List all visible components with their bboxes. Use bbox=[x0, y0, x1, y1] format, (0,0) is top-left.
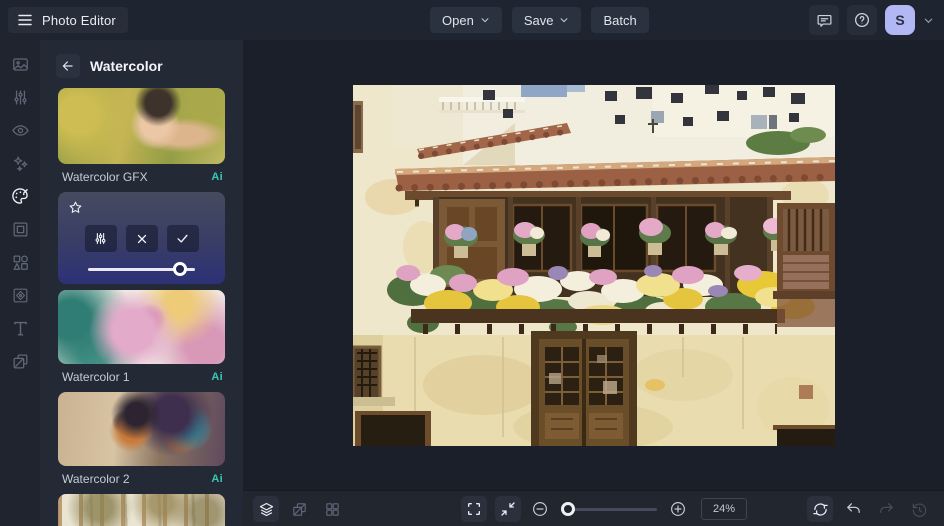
zoom-in-button[interactable] bbox=[667, 496, 689, 522]
grid-icon bbox=[324, 501, 341, 518]
panel-header: Watercolor bbox=[40, 40, 243, 88]
zoom-controls: 24% bbox=[461, 496, 747, 522]
zoom-slider[interactable] bbox=[560, 502, 657, 516]
filter-adjust-button[interactable] bbox=[84, 225, 117, 252]
border-icon bbox=[11, 286, 30, 305]
ai-badge: Ai bbox=[211, 171, 223, 183]
filter-item-watercolor-2[interactable]: Watercolor 2 Ai bbox=[58, 392, 225, 488]
zoom-slider-track bbox=[561, 508, 657, 511]
zoom-percent-value: 24% bbox=[712, 503, 736, 515]
filter-list: Watercolor GFX Ai Watercolor 1 Ai Waterc… bbox=[40, 88, 243, 526]
rail-item-text[interactable] bbox=[0, 312, 40, 344]
grid-button[interactable] bbox=[319, 496, 345, 522]
help-button[interactable] bbox=[847, 5, 877, 35]
undo-button[interactable] bbox=[840, 496, 866, 522]
zoom-slider-handle[interactable] bbox=[560, 502, 575, 516]
fit-screen-icon bbox=[466, 501, 482, 517]
history-button[interactable] bbox=[906, 496, 932, 522]
zoom-out-button[interactable] bbox=[529, 496, 551, 522]
open-button[interactable]: Open bbox=[430, 7, 502, 33]
zoom-percent[interactable]: 24% bbox=[701, 498, 747, 520]
rail-item-elements[interactable] bbox=[0, 246, 40, 278]
top-bar: Photo Editor Open Save Batch S bbox=[0, 0, 944, 40]
transform-button[interactable] bbox=[286, 496, 312, 522]
photo-icon bbox=[11, 55, 30, 74]
avatar[interactable]: S bbox=[885, 5, 915, 35]
slider-handle[interactable] bbox=[173, 262, 188, 276]
save-button[interactable]: Save bbox=[511, 7, 582, 33]
filter-cancel-button[interactable] bbox=[125, 225, 158, 252]
redo-button[interactable] bbox=[873, 496, 899, 522]
canvas-area[interactable] bbox=[243, 40, 944, 490]
history-icon bbox=[911, 501, 928, 518]
rail-item-frame[interactable] bbox=[0, 213, 40, 245]
rail-item-retouch[interactable] bbox=[0, 114, 40, 146]
topbar-right: S bbox=[809, 5, 934, 35]
collage-icon bbox=[11, 352, 30, 371]
sparkles-icon bbox=[11, 154, 30, 173]
rail-item-filters[interactable] bbox=[0, 180, 40, 212]
filters-panel: Watercolor Watercolor GFX Ai Watercolor … bbox=[40, 40, 243, 526]
avatar-initial: S bbox=[895, 12, 905, 28]
fit-screen-button[interactable] bbox=[461, 496, 487, 522]
shapes-icon bbox=[11, 253, 30, 272]
palette-icon bbox=[10, 186, 30, 206]
filter-thumbnail[interactable] bbox=[58, 494, 225, 526]
filter-label: Watercolor 1 bbox=[62, 370, 130, 384]
redo-icon bbox=[878, 501, 895, 518]
compare-icon bbox=[812, 501, 829, 518]
file-actions: Open Save Batch bbox=[430, 7, 649, 33]
ai-badge: Ai bbox=[211, 371, 223, 383]
filter-strength-slider[interactable] bbox=[88, 262, 195, 276]
filter-label: Watercolor 2 bbox=[62, 472, 130, 486]
filter-label: Watercolor GFX bbox=[62, 170, 148, 184]
transform-icon bbox=[291, 501, 308, 518]
filter-item-next[interactable] bbox=[58, 494, 225, 526]
hamburger-icon[interactable] bbox=[16, 11, 34, 29]
account-chevron-icon[interactable] bbox=[923, 15, 934, 26]
filter-thumbnail[interactable] bbox=[58, 290, 225, 364]
rail-item-effects[interactable] bbox=[0, 147, 40, 179]
message-icon bbox=[816, 12, 833, 29]
ai-badge: Ai bbox=[211, 473, 223, 485]
chevron-down-icon bbox=[480, 15, 490, 25]
bottom-toolbar: 24% bbox=[243, 490, 944, 526]
layers-icon bbox=[258, 501, 275, 518]
back-button[interactable] bbox=[56, 54, 80, 78]
favorite-star-icon[interactable] bbox=[68, 200, 83, 215]
feedback-button[interactable] bbox=[809, 5, 839, 35]
app-menu-chip[interactable]: Photo Editor bbox=[8, 7, 128, 33]
panel-title: Watercolor bbox=[90, 58, 163, 74]
chevron-down-icon bbox=[559, 15, 569, 25]
app-title: Photo Editor bbox=[42, 12, 116, 28]
adjust-icon bbox=[11, 88, 30, 107]
filter-thumbnail[interactable] bbox=[58, 88, 225, 164]
compare-button[interactable] bbox=[807, 496, 833, 522]
plus-circle-icon bbox=[669, 500, 687, 518]
text-icon bbox=[11, 319, 30, 338]
bottombar-left bbox=[253, 496, 345, 522]
shrink-button[interactable] bbox=[495, 496, 521, 522]
rail-item-adjust[interactable] bbox=[0, 81, 40, 113]
filter-thumbnail[interactable] bbox=[58, 392, 225, 466]
selected-filter-card[interactable] bbox=[58, 192, 225, 284]
undo-icon bbox=[845, 501, 862, 518]
rail-item-photo[interactable] bbox=[0, 48, 40, 80]
shrink-icon bbox=[500, 501, 516, 517]
batch-button[interactable]: Batch bbox=[591, 7, 649, 33]
layers-button[interactable] bbox=[253, 496, 279, 522]
tool-rail bbox=[0, 40, 40, 526]
eye-icon bbox=[11, 121, 30, 140]
rail-item-border[interactable] bbox=[0, 279, 40, 311]
question-icon bbox=[853, 11, 871, 29]
filter-item-watercolor-gfx[interactable]: Watercolor GFX Ai bbox=[58, 88, 225, 186]
rail-item-collage[interactable] bbox=[0, 345, 40, 377]
filter-apply-button[interactable] bbox=[166, 225, 199, 252]
minus-circle-icon bbox=[531, 500, 549, 518]
frame-icon bbox=[11, 220, 30, 239]
bottombar-right bbox=[807, 496, 932, 522]
canvas-image bbox=[352, 84, 835, 446]
filter-item-watercolor-1[interactable]: Watercolor 1 Ai bbox=[58, 290, 225, 386]
